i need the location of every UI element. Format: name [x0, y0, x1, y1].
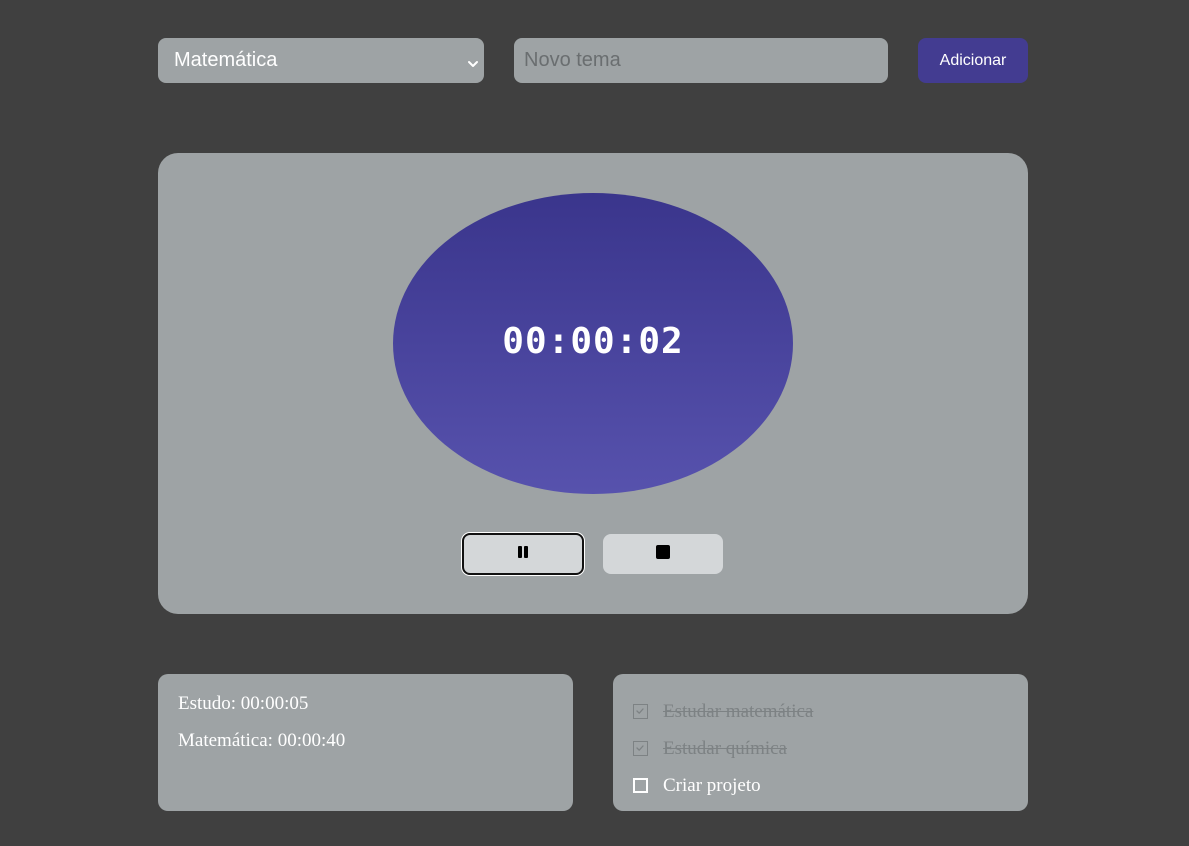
subject-select[interactable]: Matemática — [158, 38, 484, 83]
task-label: Criar projeto — [663, 774, 761, 796]
tasks-panel: Estudar matemática Estudar química Criar… — [613, 674, 1028, 811]
add-button[interactable]: Adicionar — [918, 38, 1028, 83]
timer-circle: 00:00:02 — [393, 193, 793, 494]
study-timer-app: Matemática Novo tema Adicionar 00:00:02 — [0, 0, 1189, 846]
task-checkbox[interactable] — [633, 778, 648, 793]
check-icon — [636, 708, 644, 714]
stop-button[interactable] — [603, 534, 723, 574]
stat-line: Matemática: 00:00:40 — [178, 730, 346, 751]
stop-icon — [655, 544, 671, 565]
pause-icon — [517, 545, 529, 564]
task-checkbox[interactable] — [633, 741, 648, 756]
task-item: Estudar química — [633, 730, 1008, 767]
check-icon — [636, 745, 644, 751]
stat-line: Estudo: 00:00:05 — [178, 693, 309, 714]
task-checkbox[interactable] — [633, 704, 648, 719]
task-item: Criar projeto — [633, 767, 1008, 804]
new-topic-placeholder: Novo tema — [524, 49, 621, 71]
chevron-down-icon — [466, 54, 480, 68]
task-label: Estudar química — [663, 737, 787, 759]
study-stats-panel: Estudo: 00:00:05 Matemática: 00:00:40 — [158, 674, 573, 811]
timer-panel: 00:00:02 — [158, 153, 1028, 614]
new-topic-input[interactable]: Novo tema — [514, 38, 888, 83]
subject-select-value: Matemática — [174, 49, 278, 71]
pause-button[interactable] — [462, 533, 584, 575]
task-item: Estudar matemática — [633, 693, 1008, 730]
timer-display: 00:00:02 — [502, 321, 684, 362]
task-label: Estudar matemática — [663, 700, 814, 722]
